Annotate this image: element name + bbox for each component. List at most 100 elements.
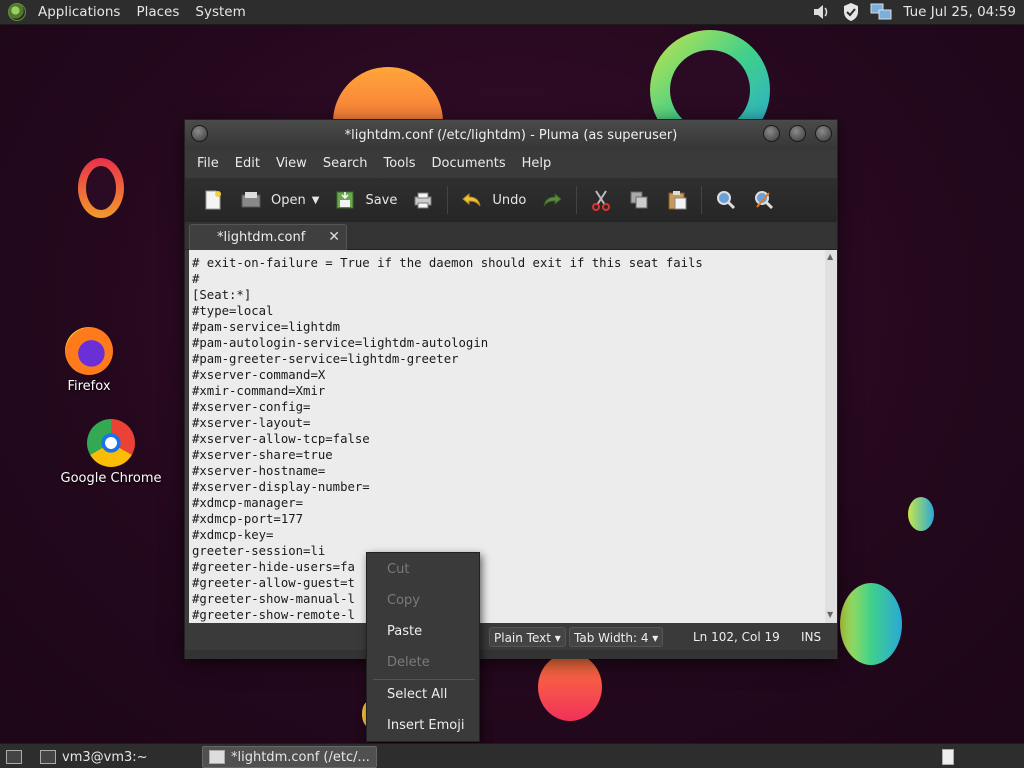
show-desktop-button[interactable] xyxy=(0,746,28,768)
copy-button[interactable] xyxy=(621,182,657,218)
code-line[interactable]: #xdmcp-port=177 xyxy=(192,511,303,527)
volume-icon[interactable] xyxy=(809,2,833,22)
menu-places[interactable]: Places xyxy=(128,0,187,25)
code-line[interactable]: #xserver-share=true xyxy=(192,447,333,463)
code-line[interactable]: #xmir-command=Xmir xyxy=(192,383,325,399)
menu-view[interactable]: View xyxy=(268,150,315,178)
context-copy: Copy xyxy=(387,593,420,608)
paste-button[interactable] xyxy=(659,182,695,218)
task-pluma[interactable]: *lightdm.conf (/etc/... xyxy=(202,746,377,768)
context-insert-emoji[interactable]: Insert Emoji xyxy=(367,711,479,741)
context-paste[interactable]: Paste xyxy=(367,617,479,647)
copy-icon xyxy=(627,188,651,212)
menu-documents[interactable]: Documents xyxy=(424,150,514,178)
open-label: Open xyxy=(271,192,306,208)
cut-button[interactable] xyxy=(583,182,619,218)
scroll-up-icon[interactable]: ▲ xyxy=(827,252,833,261)
code-line[interactable]: #xserver-display-number= xyxy=(192,479,370,495)
horizontal-scrollbar[interactable] xyxy=(185,650,837,659)
redo-icon xyxy=(540,188,564,212)
close-button[interactable] xyxy=(815,125,832,142)
context-delete: Delete xyxy=(387,655,430,670)
code-line[interactable]: #type=local xyxy=(192,303,273,319)
print-icon xyxy=(411,188,435,212)
open-dropdown-icon[interactable]: ▼ xyxy=(312,195,320,206)
code-line[interactable]: [Seat:*] xyxy=(192,287,251,303)
context-menu: Cut Copy Paste Delete Select All Insert … xyxy=(366,552,480,742)
window-titlebar[interactable]: *lightdm.conf (/etc/lightdm) - Pluma (as… xyxy=(185,120,837,150)
task-terminal[interactable]: vm3@vm3:~ xyxy=(34,746,154,768)
window-title: *lightdm.conf (/etc/lightdm) - Pluma (as… xyxy=(344,127,678,143)
toolbar-separator xyxy=(576,186,578,214)
vertical-scrollbar[interactable]: ▲ ▼ xyxy=(825,250,837,623)
tab-width-selector[interactable]: Tab Width: 4 ▾ xyxy=(569,627,664,647)
menu-help[interactable]: Help xyxy=(514,150,560,178)
context-cut: Cut xyxy=(387,562,410,577)
code-line[interactable]: #xserver-layout= xyxy=(192,415,310,431)
terminal-icon xyxy=(40,750,56,764)
menu-applications[interactable]: Applications xyxy=(30,0,128,25)
decor-blob-small xyxy=(908,497,934,531)
code-line[interactable]: #xdmcp-key= xyxy=(192,527,273,543)
firefox-icon xyxy=(65,327,113,375)
cut-icon xyxy=(589,188,613,212)
tab-bar: *lightdm.conf ✕ xyxy=(185,222,837,250)
panel-clock[interactable]: Tue Jul 25, 04:59 xyxy=(899,4,1020,20)
open-button[interactable]: Open ▼ xyxy=(233,182,325,218)
shield-icon[interactable] xyxy=(839,2,863,22)
menu-search[interactable]: Search xyxy=(315,150,376,178)
pluma-window: *lightdm.conf (/etc/lightdm) - Pluma (as… xyxy=(184,119,838,659)
code-line[interactable]: # exit-on-failure = True if the daemon s… xyxy=(192,255,703,271)
code-line[interactable]: #xserver-allow-tcp=false xyxy=(192,431,370,447)
window-menu-button[interactable] xyxy=(191,125,208,142)
find-replace-button[interactable] xyxy=(746,182,782,218)
menu-edit[interactable]: Edit xyxy=(227,150,268,178)
maximize-button[interactable] xyxy=(789,125,806,142)
code-line[interactable]: #pam-greeter-service=lightdm-greeter xyxy=(192,351,459,367)
code-line[interactable]: #pam-service=lightdm xyxy=(192,319,340,335)
language-selector[interactable]: Plain Text ▾ xyxy=(489,627,566,647)
code-line[interactable]: #xserver-command=X xyxy=(192,367,325,383)
menu-system[interactable]: System xyxy=(187,0,253,25)
redo-button[interactable] xyxy=(534,182,570,218)
language-label: Plain Text xyxy=(494,631,551,645)
desktop-icon-firefox[interactable]: Firefox xyxy=(34,327,144,394)
code-line[interactable]: #greeter-allow-guest=t xyxy=(192,575,355,591)
show-desktop-icon xyxy=(6,750,22,764)
insert-mode: INS xyxy=(801,630,822,644)
toolbar-separator xyxy=(447,186,449,214)
tab-close-icon[interactable]: ✕ xyxy=(328,229,340,245)
code-line[interactable]: #xdmcp-manager= xyxy=(192,495,303,511)
code-line[interactable]: greeter-session=li xyxy=(192,543,325,559)
menu-file[interactable]: File xyxy=(189,150,227,178)
scroll-down-icon[interactable]: ▼ xyxy=(827,610,833,619)
distro-logo-icon[interactable] xyxy=(8,3,26,21)
print-button[interactable] xyxy=(405,182,441,218)
tab-lightdm-conf[interactable]: *lightdm.conf ✕ xyxy=(189,224,347,250)
find-button[interactable] xyxy=(708,182,744,218)
undo-icon xyxy=(460,188,484,212)
menu-tools[interactable]: Tools xyxy=(375,150,423,178)
save-button[interactable]: Save xyxy=(327,182,403,218)
undo-button[interactable]: Undo xyxy=(454,182,532,218)
toolbar: Open ▼ Save Undo xyxy=(185,178,837,222)
code-line[interactable]: # xyxy=(192,271,199,287)
open-icon xyxy=(239,188,263,212)
desktop-icon-chrome[interactable]: Google Chrome xyxy=(56,419,166,486)
context-select-all[interactable]: Select All xyxy=(367,680,479,710)
minimize-button[interactable] xyxy=(763,125,780,142)
text-editor[interactable]: # exit-on-failure = True if the daemon s… xyxy=(189,250,825,623)
code-line[interactable]: #greeter-show-remote-l xyxy=(192,607,355,623)
code-line[interactable]: #greeter-hide-users=fa xyxy=(192,559,355,575)
task-label: *lightdm.conf (/etc/... xyxy=(231,749,370,765)
code-line[interactable]: #greeter-show-manual-l xyxy=(192,591,355,607)
code-line[interactable]: #pam-autologin-service=lightdm-autologin xyxy=(192,335,488,351)
code-line[interactable]: #xserver-hostname= xyxy=(192,463,325,479)
code-line[interactable]: #xserver-config= xyxy=(192,399,310,415)
toolbar-separator xyxy=(701,186,703,214)
new-document-button[interactable] xyxy=(195,182,231,218)
network-icon[interactable] xyxy=(869,2,893,22)
cursor-position: Ln 102, Col 19 xyxy=(693,630,780,644)
text-editor-icon xyxy=(209,750,225,764)
workspace-switcher[interactable] xyxy=(936,746,960,768)
